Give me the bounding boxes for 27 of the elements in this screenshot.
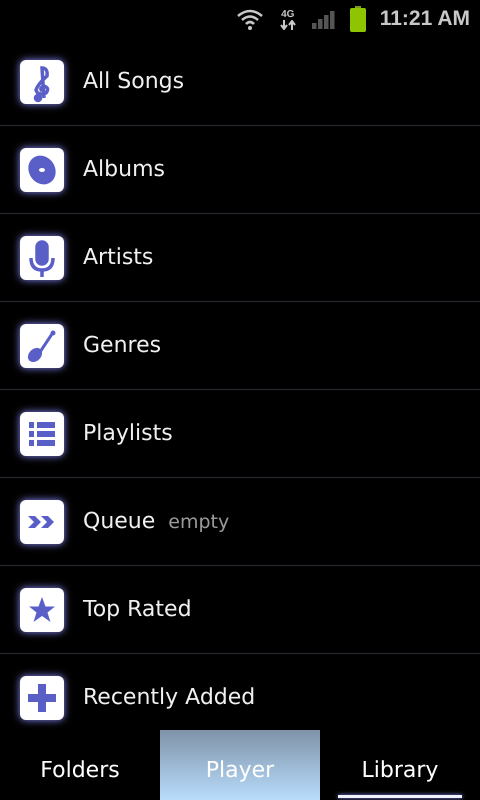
- microphone-icon: [20, 236, 64, 280]
- item-label: All Songs: [83, 69, 184, 94]
- library-item[interactable]: Top Rated: [0, 566, 480, 654]
- list-icon: [20, 412, 64, 456]
- library-item[interactable]: Queue empty: [0, 478, 480, 566]
- library-item[interactable]: Albums: [0, 126, 480, 214]
- battery-icon: [350, 6, 366, 32]
- item-label: Playlists: [83, 421, 173, 446]
- network-type: 4G: [281, 8, 294, 20]
- library-item[interactable]: Playlists: [0, 390, 480, 478]
- double-chevron-icon: [20, 500, 64, 544]
- item-label: Top Rated: [83, 597, 192, 622]
- item-note: empty: [168, 510, 230, 532]
- plus-icon: [20, 676, 64, 720]
- library-item[interactable]: All Songs: [0, 38, 480, 126]
- treble-clef-icon: [20, 60, 64, 104]
- library-item[interactable]: Artists: [0, 214, 480, 302]
- clock: 11:21 AM: [380, 7, 470, 31]
- signal-icon: [312, 9, 336, 29]
- item-label: Recently Added: [83, 685, 256, 710]
- item-label: Queue: [83, 509, 156, 534]
- item-label: Genres: [83, 333, 162, 358]
- library-item[interactable]: Genres: [0, 302, 480, 390]
- data-arrows-icon: [278, 20, 298, 30]
- item-label: Artists: [83, 245, 154, 270]
- wifi-icon: [236, 8, 264, 30]
- item-label: Albums: [83, 157, 165, 182]
